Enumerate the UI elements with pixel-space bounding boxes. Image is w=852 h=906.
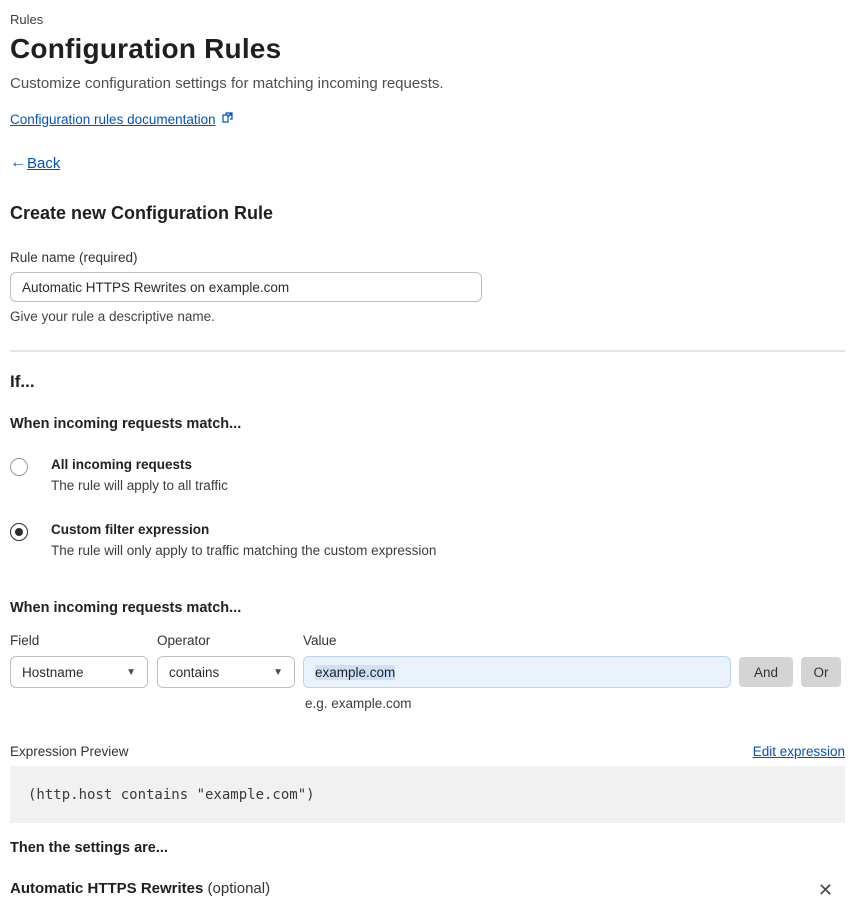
radio-option-all-requests[interactable]: All incoming requests The rule will appl…	[10, 457, 845, 493]
if-heading: If...	[10, 372, 35, 391]
value-label: Value	[303, 633, 337, 648]
operator-column: Operator contains ▼	[157, 633, 295, 688]
configuration-rules-page: Rules Configuration Rules Customize conf…	[0, 0, 852, 906]
match-heading: When incoming requests match...	[10, 416, 242, 432]
then-settings-heading: Then the settings are...	[10, 840, 168, 856]
external-link-icon	[221, 111, 234, 127]
expression-preview-label: Expression Preview	[10, 744, 129, 759]
documentation-link[interactable]: Configuration rules documentation	[10, 112, 216, 127]
create-rule-heading: Create new Configuration Rule	[10, 203, 274, 223]
close-icon[interactable]: ✕	[818, 881, 833, 899]
field-select[interactable]: Hostname ▼	[10, 656, 148, 688]
back-arrow-icon: ←	[10, 154, 26, 171]
expression-preview-row: Expression Preview Edit expression	[10, 744, 845, 759]
operator-select-value: contains	[169, 664, 220, 680]
rule-name-input[interactable]	[10, 272, 482, 302]
radio-texts: Custom filter expression The rule will o…	[51, 522, 436, 558]
radio-option-custom-filter[interactable]: Custom filter expression The rule will o…	[10, 522, 845, 558]
field-label: Field	[10, 633, 40, 648]
radio-label: All incoming requests	[51, 457, 193, 472]
chevron-down-icon: ▼	[126, 666, 136, 678]
optional-tag: (optional)	[203, 880, 271, 897]
chevron-down-icon: ▼	[273, 666, 283, 678]
documentation-link-row: Configuration rules documentation	[10, 111, 845, 127]
setting-name-bold: Automatic HTTPS Rewrites	[10, 880, 204, 897]
and-button[interactable]: And	[739, 657, 793, 687]
field-select-value: Hostname	[22, 664, 84, 680]
radio-label: Custom filter expression	[51, 522, 210, 537]
page-subtitle: Customize configuration settings for mat…	[10, 75, 444, 92]
field-column: Field Hostname ▼	[10, 633, 148, 688]
radio-description: The rule will apply to all traffic	[51, 478, 228, 493]
expression-code: (http.host contains "example.com")	[28, 786, 315, 803]
page-title: Configuration Rules	[10, 33, 282, 64]
operator-select[interactable]: contains ▼	[157, 656, 295, 688]
or-button[interactable]: Or	[801, 657, 841, 687]
radio-description: The rule will only apply to traffic matc…	[51, 543, 437, 558]
rule-name-help: Give your rule a descriptive name.	[10, 309, 215, 324]
value-column: Value example.com	[303, 633, 731, 688]
section-divider	[10, 350, 845, 352]
radio-button-selected[interactable]	[10, 523, 28, 541]
back-link-row: ← Back	[10, 154, 845, 172]
back-link[interactable]: Back	[27, 155, 60, 172]
radio-texts: All incoming requests The rule will appl…	[51, 457, 228, 493]
radio-button-unselected[interactable]	[10, 458, 28, 476]
rule-name-label: Rule name (required)	[10, 250, 138, 265]
expression-preview-box: (http.host contains "example.com")	[10, 766, 845, 823]
value-input-text: example.com	[315, 664, 396, 680]
setting-header-row: Automatic HTTPS Rewrites (optional) ✕	[10, 880, 845, 899]
setting-name: Automatic HTTPS Rewrites (optional)	[10, 880, 270, 897]
expression-builder-row: Field Hostname ▼ Operator contains ▼ Val…	[10, 633, 845, 688]
operator-label: Operator	[157, 633, 211, 648]
value-input[interactable]: example.com	[303, 656, 731, 688]
breadcrumb: Rules	[10, 12, 44, 27]
edit-expression-link[interactable]: Edit expression	[753, 744, 845, 759]
builder-heading: When incoming requests match...	[10, 600, 242, 616]
value-hint: e.g. example.com	[305, 696, 412, 711]
